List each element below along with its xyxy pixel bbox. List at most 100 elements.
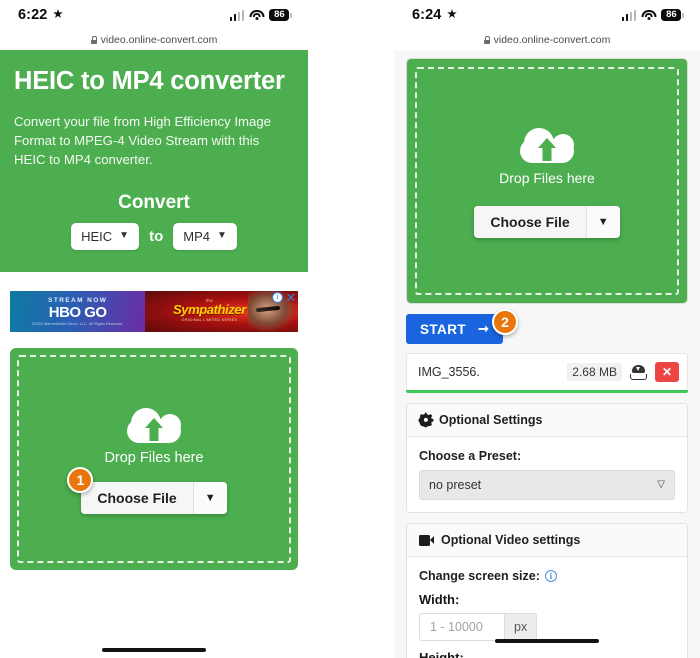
- optional-settings-title: Optional Settings: [439, 413, 543, 427]
- ad-brand-panel: STREAM NOW HBO GO ©2024 WarnerMedia Dire…: [10, 290, 146, 332]
- video-camera-icon: [419, 534, 434, 546]
- status-bar: 6:24 ★ 86: [394, 0, 700, 30]
- left-phone-screenshot: 6:22 ★ 86 video.online-convert.com HEIC …: [0, 0, 308, 658]
- choose-file-button[interactable]: Choose File: [81, 481, 193, 514]
- file-dropzone-inner: Drop Files here Choose File ▼: [415, 67, 679, 295]
- optional-video-settings-header[interactable]: Optional Video settings: [407, 524, 687, 557]
- file-dropzone[interactable]: Drop Files here Choose File ▼: [406, 58, 688, 304]
- change-screen-size-row: Change screen size: i: [419, 569, 675, 583]
- status-bar-time: 6:22: [18, 7, 48, 23]
- home-indicator: [495, 639, 599, 643]
- choose-file-group: Choose File ▼: [474, 206, 620, 238]
- ad-container: STREAM NOW HBO GO ©2024 WarnerMedia Dire…: [0, 284, 308, 340]
- source-format-select[interactable]: HEIC ▼: [71, 222, 140, 250]
- cellular-signal-icon: [621, 9, 637, 21]
- format-converter-row: HEIC ▼ to MP4 ▼: [14, 222, 294, 250]
- choose-file-button-group: Choose File ▼: [81, 481, 227, 514]
- width-input[interactable]: 1 - 10000: [420, 614, 504, 640]
- chevron-down-icon: ▼: [119, 230, 130, 241]
- ad-show-subtitle: ORIGINAL LIMITED SERIES: [181, 317, 238, 322]
- preset-selected-value: no preset: [429, 478, 482, 492]
- stepper-updown-icon: ▽: [657, 479, 665, 490]
- preset-label: Choose a Preset:: [419, 449, 522, 463]
- start-button-label: START: [420, 321, 466, 337]
- chevron-down-icon: ▼: [597, 216, 609, 228]
- start-button[interactable]: START ➞: [406, 314, 504, 344]
- status-bar-right: 86: [229, 9, 292, 21]
- wifi-icon: [249, 9, 265, 21]
- file-size: 2.68 MB: [567, 363, 622, 381]
- gear-icon: [418, 412, 433, 428]
- width-label: Width:: [419, 592, 460, 607]
- target-format-value: MP4: [183, 228, 210, 244]
- ad-legal-text: ©2024 WarnerMedia Direct, LLC. All Right…: [31, 321, 124, 326]
- status-bar: 6:22 ★ 86: [0, 0, 308, 30]
- battery-icon: 86: [661, 9, 684, 21]
- page-description: Convert your file from High Efficiency I…: [14, 114, 272, 168]
- battery-icon: 86: [269, 9, 292, 21]
- url-text: video.online-convert.com: [100, 34, 218, 46]
- width-unit: px: [504, 614, 537, 640]
- preset-select[interactable]: no preset ▽: [419, 470, 675, 500]
- height-label: Height:: [419, 650, 464, 658]
- home-indicator: [102, 648, 206, 652]
- source-format-value: HEIC: [81, 228, 113, 244]
- remove-file-button[interactable]: ✕: [655, 362, 679, 382]
- lock-icon: [483, 36, 491, 44]
- uploaded-file-row: IMG_3556. 2.68 MB ✕: [406, 353, 688, 390]
- page-title: HEIC to MP4 converter: [14, 67, 285, 95]
- info-icon[interactable]: i: [544, 570, 557, 582]
- dropzone-label: Drop Files here: [104, 449, 204, 466]
- ad-banner[interactable]: STREAM NOW HBO GO ©2024 WarnerMedia Dire…: [10, 290, 298, 332]
- status-bar-time: 6:24: [412, 7, 442, 23]
- choose-file-dropdown-toggle[interactable]: ▼: [192, 481, 227, 514]
- battery-level: 86: [269, 9, 290, 21]
- target-format-select[interactable]: MP4 ▼: [173, 222, 237, 250]
- url-text: video.online-convert.com: [493, 34, 611, 46]
- star-icon: ★: [446, 7, 458, 21]
- optional-settings-body: Choose a Preset: no preset ▽: [407, 437, 687, 512]
- content-gap: [0, 271, 308, 285]
- battery-level: 86: [661, 9, 682, 21]
- status-bar-left: 6:22 ★: [18, 7, 64, 23]
- ad-close-icon[interactable]: ✕: [285, 291, 297, 304]
- status-bar-right: 86: [621, 9, 684, 21]
- ad-controls: i ✕: [272, 291, 297, 304]
- star-icon: ★: [52, 7, 64, 21]
- upload-progress-bar: [406, 390, 688, 393]
- page-content: Drop Files here Choose File ▼ START ➞ 2 …: [394, 50, 700, 658]
- choose-file-dropdown-toggle[interactable]: ▼: [585, 206, 620, 238]
- file-dropzone[interactable]: Drop Files here 1 Choose File ▼: [10, 347, 298, 570]
- cloud-upload-icon: [516, 124, 578, 166]
- choose-file-button[interactable]: Choose File: [474, 206, 586, 238]
- hero-section: HEIC to MP4 converter Convert your file …: [0, 50, 308, 272]
- ad-stream-now-text: STREAM NOW: [48, 296, 108, 304]
- change-screen-size-label: Change screen size:: [419, 569, 540, 583]
- chevron-down-icon: ▼: [216, 230, 227, 241]
- choose-file-button-group: Choose File ▼: [474, 206, 620, 238]
- lock-icon: [90, 36, 98, 44]
- cloud-download-icon[interactable]: [630, 364, 647, 380]
- optional-settings-header[interactable]: Optional Settings: [407, 404, 687, 437]
- ad-show-title-group: the Sympathizer ORIGINAL LIMITED SERIES: [164, 298, 256, 322]
- file-name: IMG_3556.: [418, 365, 480, 379]
- browser-url-bar[interactable]: video.online-convert.com: [394, 30, 700, 50]
- optional-settings-card: Optional Settings Choose a Preset: no pr…: [406, 403, 688, 513]
- wifi-icon: [641, 9, 657, 21]
- start-row: START ➞ 2: [406, 309, 688, 344]
- width-input-group: 1 - 10000 px: [419, 613, 538, 641]
- chevron-down-icon: ▼: [204, 491, 216, 504]
- ad-show-title: Sympathizer: [173, 301, 246, 317]
- ad-info-icon[interactable]: i: [272, 292, 283, 303]
- cloud-upload-icon: [123, 404, 185, 446]
- right-phone-screenshot: 6:24 ★ 86 video.online-convert.com Drop …: [394, 0, 700, 658]
- dropzone-label: Drop Files here: [499, 170, 595, 186]
- browser-url-bar[interactable]: video.online-convert.com: [0, 30, 308, 50]
- file-dropzone-inner: Drop Files here 1 Choose File ▼: [17, 354, 291, 563]
- choose-file-group: 1 Choose File ▼: [67, 466, 227, 514]
- convert-heading: Convert: [118, 191, 190, 213]
- status-bar-left: 6:24 ★: [412, 7, 458, 23]
- battery-cap: [290, 12, 292, 18]
- optional-video-settings-card: Optional Video settings Change screen si…: [406, 523, 688, 658]
- battery-cap: [682, 12, 684, 18]
